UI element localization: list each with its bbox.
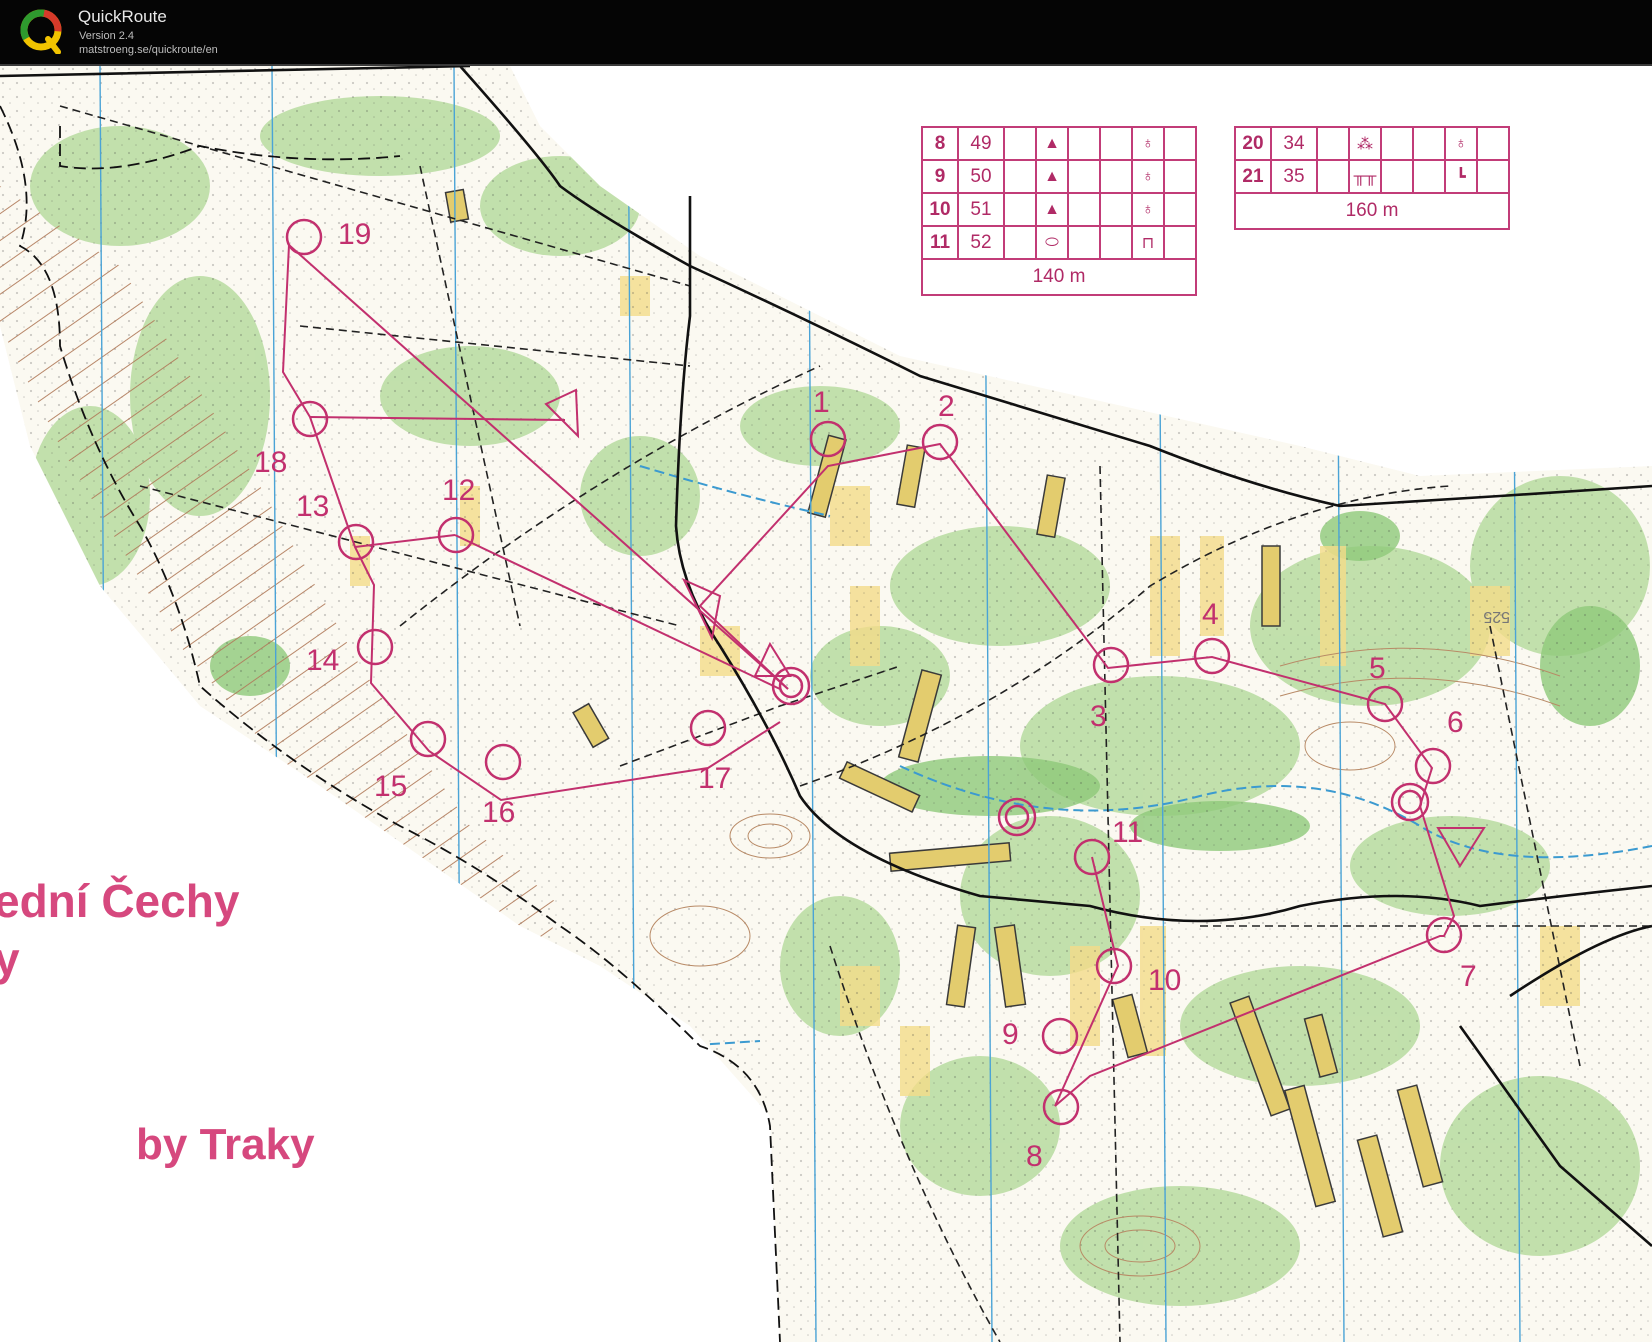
control-description-table-b: 20 34 ⁂ ♁ 21 35 ╥╥ ┗ 160 m bbox=[1234, 126, 1510, 230]
control-number: 11 bbox=[921, 225, 959, 260]
control-code: 51 bbox=[957, 192, 1005, 227]
control-number: 20 bbox=[1234, 126, 1272, 161]
control-label-15: 15 bbox=[374, 770, 407, 803]
control-label-19: 19 bbox=[338, 218, 371, 251]
control-label-12: 12 bbox=[442, 474, 475, 507]
control-label-18: 18 bbox=[254, 446, 287, 479]
control-label-17: 17 bbox=[698, 762, 731, 795]
control-label-5: 5 bbox=[1369, 652, 1386, 685]
control-code: 50 bbox=[957, 159, 1005, 194]
control-label-4: 4 bbox=[1202, 598, 1219, 631]
control-code: 35 bbox=[1270, 159, 1318, 194]
control-label-11: 11 bbox=[1112, 816, 1143, 849]
feature-symbol: ⁂ bbox=[1348, 126, 1382, 161]
control-label-7: 7 bbox=[1460, 960, 1477, 993]
table-row: 8 49 ▲ ♁ bbox=[921, 126, 1197, 161]
feature-symbol: ▲ bbox=[1035, 159, 1069, 194]
title-bar: QuickRoute Version 2.4 matstroeng.se/qui… bbox=[0, 0, 1652, 66]
detail-symbol: ♁ bbox=[1444, 126, 1478, 161]
control-label-16: 16 bbox=[482, 796, 515, 829]
control-number: 8 bbox=[921, 126, 959, 161]
table-footer: 160 m bbox=[1234, 192, 1510, 230]
app-version: Version 2.4 bbox=[79, 30, 135, 42]
feature-symbol: ⬭ bbox=[1035, 225, 1069, 260]
control-label-8: 8 bbox=[1026, 1140, 1043, 1173]
control-code: 49 bbox=[957, 126, 1005, 161]
table-row: 10 51 ▲ ♁ bbox=[921, 192, 1197, 227]
detail-symbol: ♁ bbox=[1131, 192, 1165, 227]
control-label-6: 6 bbox=[1447, 706, 1464, 739]
contour-label: 525 bbox=[1483, 608, 1510, 625]
finish-distance: 140 m bbox=[921, 258, 1197, 296]
control-label-3: 3 bbox=[1090, 700, 1107, 733]
table-row: 20 34 ⁂ ♁ bbox=[1234, 126, 1510, 161]
control-number: 10 bbox=[921, 192, 959, 227]
detail-symbol: ⊓ bbox=[1131, 225, 1165, 260]
control-number: 9 bbox=[921, 159, 959, 194]
control-number: 21 bbox=[1234, 159, 1272, 194]
control-label-13: 13 bbox=[296, 490, 329, 523]
feature-symbol: ▲ bbox=[1035, 192, 1069, 227]
control-label-10: 10 bbox=[1148, 964, 1181, 997]
control-label-14: 14 bbox=[306, 644, 339, 677]
detail-symbol: ♁ bbox=[1131, 159, 1165, 194]
control-label-9: 9 bbox=[1002, 1018, 1019, 1051]
quickroute-logo-icon bbox=[20, 9, 62, 54]
app-name: QuickRoute bbox=[78, 7, 167, 26]
control-label-2: 2 bbox=[938, 390, 955, 423]
map-title: ední Čechy y bbox=[0, 875, 240, 985]
control-code: 52 bbox=[957, 225, 1005, 260]
table-row: 21 35 ╥╥ ┗ bbox=[1234, 159, 1510, 194]
app-url[interactable]: matstroeng.se/quickroute/en bbox=[79, 44, 218, 56]
table-row: 11 52 ⬭ ⊓ bbox=[921, 225, 1197, 260]
table-row: 9 50 ▲ ♁ bbox=[921, 159, 1197, 194]
feature-symbol: ╥╥ bbox=[1348, 159, 1382, 194]
control-description-table-a: 8 49 ▲ ♁ 9 50 ▲ ♁ 10 51 ▲ ♁ 11 52 ⬭ ⊓ 14… bbox=[921, 126, 1197, 296]
table-footer: 140 m bbox=[921, 258, 1197, 296]
detail-symbol: ♁ bbox=[1131, 126, 1165, 161]
detail-symbol: ┗ bbox=[1444, 159, 1478, 194]
feature-symbol: ▲ bbox=[1035, 126, 1069, 161]
finish-distance: 160 m bbox=[1234, 192, 1510, 230]
control-code: 34 bbox=[1270, 126, 1318, 161]
control-label-1: 1 bbox=[813, 386, 830, 419]
orienteering-map[interactable]: 19 18 13 12 14 15 16 17 1 2 3 4 5 6 7 8 … bbox=[0, 66, 1652, 1342]
map-author: by Traky bbox=[136, 1120, 315, 1169]
